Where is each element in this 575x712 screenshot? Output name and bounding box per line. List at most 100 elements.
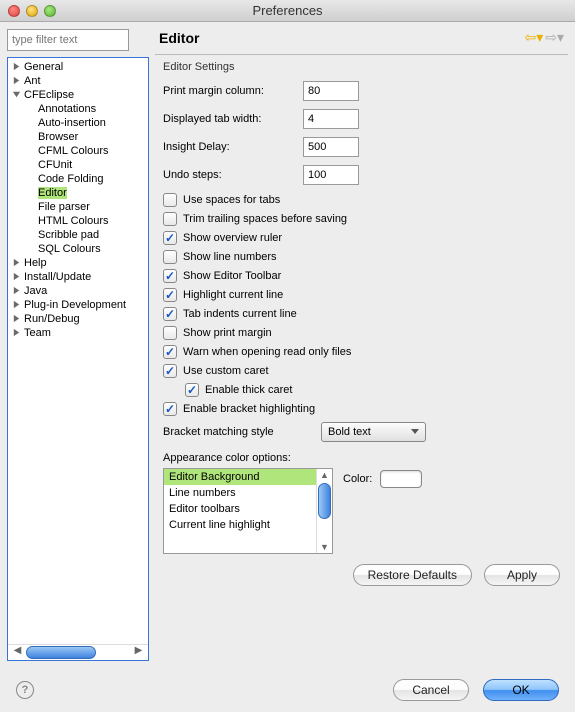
tree-item[interactable]: Browser [8, 130, 148, 144]
tree-item-label: SQL Colours [38, 243, 101, 255]
title-bar: Preferences [0, 0, 575, 22]
page-title: Editor [159, 30, 199, 46]
insight-delay-input[interactable] [303, 137, 359, 157]
tree-item[interactable]: General [8, 60, 148, 74]
checkbox-row: Use custom caret [163, 364, 564, 378]
undo-steps-input[interactable] [303, 165, 359, 185]
nav-forward-button[interactable]: ⇨▾ [545, 29, 564, 46]
checkbox-row: Show overview ruler [163, 231, 564, 245]
color-option[interactable]: Editor toolbars [164, 501, 316, 517]
checkbox-label: Show line numbers [183, 251, 277, 263]
chevron-right-icon[interactable] [12, 328, 22, 338]
apply-button[interactable]: Apply [484, 564, 560, 586]
checkbox[interactable] [163, 402, 177, 416]
chevron-right-icon[interactable] [12, 76, 22, 86]
color-label: Color: [343, 473, 372, 485]
checkbox[interactable] [163, 326, 177, 340]
cancel-button[interactable]: Cancel [393, 679, 469, 701]
chevron-right-icon[interactable] [12, 300, 22, 310]
tree-body[interactable]: GeneralAntCFEclipseAnnotationsAuto-inser… [8, 58, 148, 644]
color-option[interactable]: Editor Background [164, 469, 316, 485]
tree-item[interactable]: CFUnit [8, 158, 148, 172]
dialog-button-bar: ? Cancel OK [0, 668, 575, 712]
bracket-style-select[interactable]: Bold text [321, 422, 426, 442]
checkbox-row: Show Editor Toolbar [163, 269, 564, 283]
color-swatch-button[interactable] [380, 470, 422, 488]
scroll-up-arrow[interactable]: ▲ [320, 470, 329, 480]
chevron-right-icon[interactable] [12, 272, 22, 282]
tree-item[interactable]: Java [8, 284, 148, 298]
checkbox[interactable] [185, 383, 199, 397]
tree-item[interactable]: CFML Colours [8, 144, 148, 158]
chevron-right-icon[interactable] [12, 286, 22, 296]
vertical-scrollbar[interactable]: ▲ ▼ [316, 469, 332, 553]
tree-item-label: CFUnit [38, 159, 72, 171]
checkbox[interactable] [163, 212, 177, 226]
scroll-down-arrow[interactable]: ▼ [320, 542, 329, 552]
scroll-thumb[interactable] [318, 483, 331, 519]
checkbox[interactable] [163, 269, 177, 283]
help-button[interactable]: ? [16, 681, 34, 699]
tree-item-label: CFML Colours [38, 145, 109, 157]
checkbox[interactable] [163, 307, 177, 321]
checkbox-label: Use custom caret [183, 365, 269, 377]
tree-item-label: Ant [24, 75, 41, 87]
insight-delay-label: Insight Delay: [163, 141, 303, 153]
checkbox[interactable] [163, 193, 177, 207]
content-panel: Editor ⇦▾ ⇨▾ Editor Settings Print margi… [155, 29, 568, 661]
checkbox[interactable] [163, 364, 177, 378]
tree-item[interactable]: Ant [8, 74, 148, 88]
checkbox[interactable] [163, 231, 177, 245]
tree-item[interactable]: CFEclipse [8, 88, 148, 102]
sidebar: GeneralAntCFEclipseAnnotationsAuto-inser… [7, 29, 149, 661]
tree-item-label: Run/Debug [24, 313, 80, 325]
ok-button[interactable]: OK [483, 679, 559, 701]
tree-item[interactable]: Team [8, 326, 148, 340]
scroll-thumb[interactable] [26, 646, 96, 659]
tree-item-label: Install/Update [24, 271, 91, 283]
tree-item[interactable]: Help [8, 256, 148, 270]
checkbox-label: Enable bracket highlighting [183, 403, 315, 415]
checkbox-row: Tab indents current line [163, 307, 564, 321]
checkbox-row: Show line numbers [163, 250, 564, 264]
nav-back-button[interactable]: ⇦▾ [524, 29, 543, 46]
tree-item-label: Team [24, 327, 51, 339]
print-margin-input[interactable] [303, 81, 359, 101]
tree-item[interactable]: Scribble pad [8, 228, 148, 242]
tree-item-label: Auto-insertion [38, 117, 106, 129]
tree-item[interactable]: HTML Colours [8, 214, 148, 228]
checkbox-label: Show Editor Toolbar [183, 270, 281, 282]
checkbox[interactable] [163, 288, 177, 302]
color-option[interactable]: Line numbers [164, 485, 316, 501]
nav-arrows: ⇦▾ ⇨▾ [524, 29, 564, 46]
checkbox[interactable] [163, 250, 177, 264]
filter-input[interactable] [7, 29, 129, 51]
scroll-right-arrow[interactable]: ▶ [131, 645, 146, 660]
tree-item[interactable]: SQL Colours [8, 242, 148, 256]
restore-defaults-button[interactable]: Restore Defaults [353, 564, 472, 586]
checkbox-label: Show overview ruler [183, 232, 282, 244]
bracket-style-value: Bold text [328, 426, 371, 438]
chevron-right-icon[interactable] [12, 314, 22, 324]
tree-item[interactable]: Auto-insertion [8, 116, 148, 130]
tree-item[interactable]: File parser [8, 200, 148, 214]
scroll-left-arrow[interactable]: ◀ [10, 645, 25, 660]
horizontal-scrollbar[interactable]: ◀ ▶ [8, 644, 148, 660]
color-option[interactable]: Current line highlight [164, 517, 316, 533]
tree-item-label: Code Folding [38, 173, 103, 185]
undo-steps-label: Undo steps: [163, 169, 303, 181]
tree-item[interactable]: Plug-in Development [8, 298, 148, 312]
tree-item[interactable]: Install/Update [8, 270, 148, 284]
tree-item[interactable]: Annotations [8, 102, 148, 116]
checkbox-row: Highlight current line [163, 288, 564, 302]
tree-item[interactable]: Editor [8, 186, 148, 200]
tree-item[interactable]: Code Folding [8, 172, 148, 186]
chevron-down-icon[interactable] [12, 90, 22, 100]
checkbox-label: Trim trailing spaces before saving [183, 213, 347, 225]
tab-width-input[interactable] [303, 109, 359, 129]
tree-item[interactable]: Run/Debug [8, 312, 148, 326]
color-options-list[interactable]: Editor BackgroundLine numbersEditor tool… [163, 468, 333, 554]
chevron-right-icon[interactable] [12, 258, 22, 268]
checkbox[interactable] [163, 345, 177, 359]
chevron-right-icon[interactable] [12, 62, 22, 72]
